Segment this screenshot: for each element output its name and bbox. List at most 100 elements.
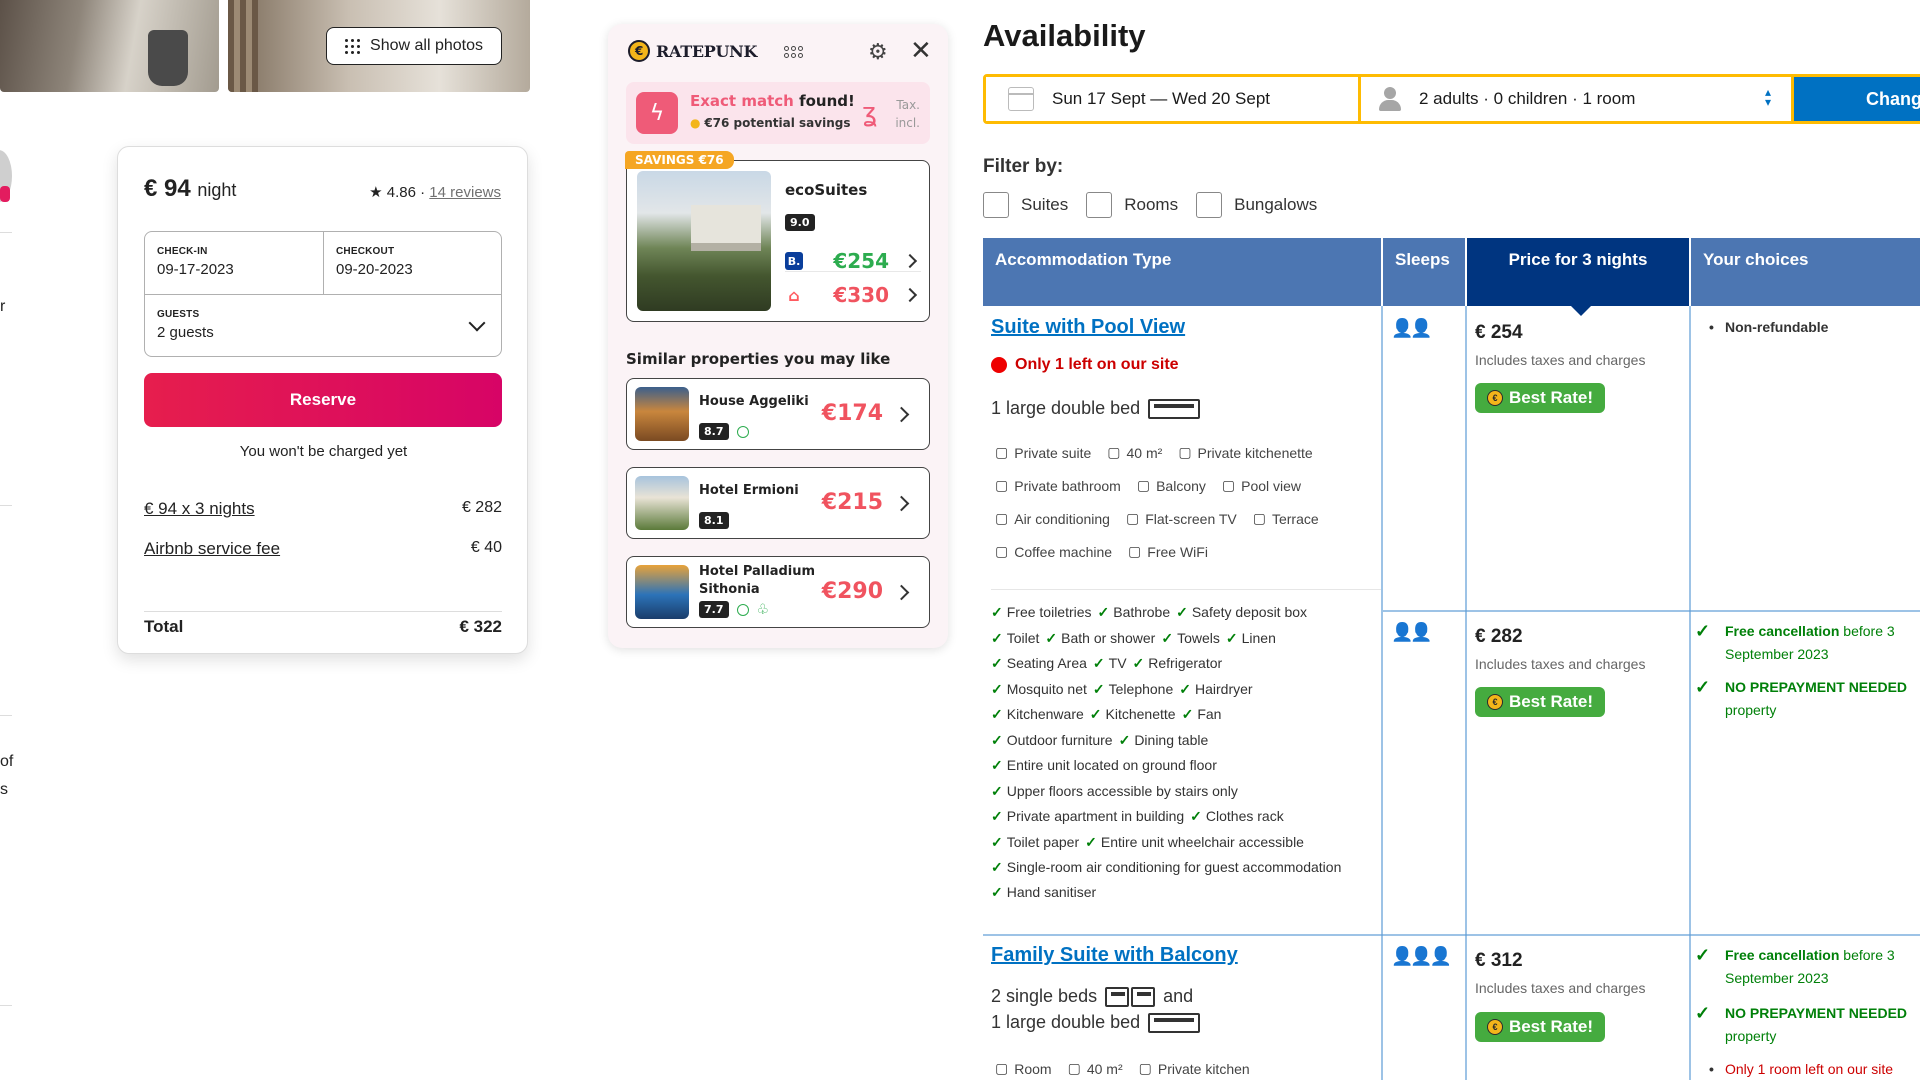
amenity-line: ✓ Kitchenware ✓ Kitchenette ✓ Fan <box>991 706 1222 722</box>
choice-no-prepayment: ✓ NO PREPAYMENT NEEDED property <box>1695 677 1908 718</box>
best-rate-badge[interactable]: € Best Rate! <box>1475 383 1605 413</box>
property-photo <box>635 476 689 530</box>
room-name-link[interactable]: Family Suite with Balcony <box>991 944 1238 967</box>
room-name-link[interactable]: Suite with Pool View <box>991 316 1185 339</box>
chevron-right-icon <box>893 406 910 423</box>
single-bed-icon <box>1105 986 1130 1007</box>
ratepunk-extension: € RATEPUNK ⚙ ✕ ϟ Exact match found! ● €7… <box>608 24 948 648</box>
star-icon: ★ <box>369 184 383 201</box>
exact-match-banner: ϟ Exact match found! ● €76 potential sav… <box>626 82 930 144</box>
facility: Air conditioning <box>995 510 1110 527</box>
total-line: Total € 322 <box>144 617 502 637</box>
coin-icon: € <box>1486 694 1503 710</box>
dates-field[interactable]: Sun 17 Sept — Wed 20 Sept <box>986 77 1358 121</box>
guests-field[interactable]: 2 adults · 0 children · 1 room ▴ ▾ <box>1361 77 1791 121</box>
divider <box>785 271 921 272</box>
best-rate-badge[interactable]: € Best Rate! <box>1475 1012 1605 1042</box>
change-search-button[interactable]: Chang <box>1794 77 1920 121</box>
reserve-button[interactable]: Reserve <box>144 373 502 427</box>
total-label: Total <box>144 617 184 636</box>
facility: Room <box>995 1060 1051 1077</box>
divider <box>1381 306 1383 1080</box>
search-bar: Sun 17 Sept — Wed 20 Sept 2 adults · 0 c… <box>983 74 1920 124</box>
amenity-line: ✓ Mosquito net ✓ Telephone ✓ Hairdryer <box>991 680 1253 697</box>
gear-icon[interactable]: ⚙ <box>868 40 888 65</box>
property-name: Hotel Ermioni <box>699 483 799 498</box>
checkbox[interactable] <box>983 192 1009 218</box>
chevron-right-icon <box>893 495 910 512</box>
facility: Private suite <box>995 444 1091 461</box>
close-icon[interactable]: ✕ <box>910 36 932 66</box>
guests-value: 2 adults · 0 children · 1 room <box>1419 89 1636 108</box>
property-name: House Aggeliki <box>699 394 809 409</box>
booking-card: € 94 night ★ 4.86 · 14 reviews CHECK-IN … <box>117 146 528 654</box>
checkbox[interactable] <box>1196 192 1223 218</box>
filter-group: Suites Rooms Bungalows <box>983 192 1317 218</box>
nights-line: € 94 x 3 nights € 282 <box>144 499 502 519</box>
score-badge: 8.7 <box>699 423 729 440</box>
price-row-booking[interactable]: B. €254 <box>785 245 921 277</box>
checkin-field[interactable]: CHECK-IN 09-17-2023 <box>145 232 324 294</box>
clipped-text: s <box>0 781 8 798</box>
facility: Pool view <box>1222 477 1301 494</box>
checkbox[interactable] <box>1086 192 1113 218</box>
reviews-link[interactable]: 14 reviews <box>429 184 501 201</box>
bed-info: 1 large double bed <box>991 1012 1201 1033</box>
facility-row: Private bathroom Balcony Pool view <box>995 477 1301 494</box>
price: €174 <box>821 401 883 426</box>
apps-icon[interactable] <box>784 46 803 58</box>
facility-row: Coffee machine Free WiFi <box>995 543 1208 560</box>
choice-free-cancellation: ✓ Free cancellation before 3 September 2… <box>1695 621 1895 662</box>
service-fee-link[interactable]: Airbnb service fee <box>144 539 280 559</box>
price: €254 <box>833 249 889 273</box>
similar-property[interactable]: Hotel Palladium Sithonia 7.7 ♧ €290 <box>626 556 930 628</box>
property-photo <box>637 171 771 311</box>
similar-property[interactable]: Hotel Ermioni 8.1 €215 <box>626 467 930 539</box>
show-all-photos-button[interactable]: Show all photos <box>326 27 502 65</box>
choice-list: Non-refundable <box>1695 316 1920 339</box>
guests-field[interactable]: GUESTS 2 guests <box>145 294 501 356</box>
filter-suites[interactable]: Suites <box>983 192 1068 218</box>
deal-card[interactable]: SAVINGS €76 ecoSuites 9.0 B. €254 ⌂ €330 <box>625 151 930 322</box>
ratepunk-header: € RATEPUNK ⚙ ✕ <box>608 24 948 80</box>
booking-availability: Availability Sun 17 Sept — Wed 20 Sept 2… <box>983 0 1920 1080</box>
divider <box>0 715 12 716</box>
check-icon: ✓ <box>1695 945 1711 965</box>
divider <box>983 934 1920 936</box>
filter-rooms[interactable]: Rooms <box>1086 192 1178 218</box>
price: € 254 <box>1475 322 1523 343</box>
facility: Private kitchen <box>1139 1060 1250 1077</box>
facility: Balcony <box>1137 477 1206 494</box>
facility: Private bathroom <box>995 477 1121 494</box>
column-header-sleeps: Sleeps <box>1383 238 1465 306</box>
checkout-field[interactable]: CHECKOUT 09-20-2023 <box>324 232 503 294</box>
clipped-text: r <box>0 298 6 315</box>
price-row-airbnb[interactable]: ⌂ €330 <box>785 279 921 311</box>
non-refundable: Non-refundable <box>1695 316 1920 339</box>
column-header-price: Price for 3 nights <box>1467 238 1689 316</box>
filter-bungalows[interactable]: Bungalows <box>1196 192 1317 218</box>
facility-row: Room 40 m² Private kitchen <box>995 1060 1250 1077</box>
similar-title: Similar properties you may like <box>626 350 891 368</box>
price: €215 <box>821 490 883 515</box>
nights-link[interactable]: € 94 x 3 nights <box>144 499 255 519</box>
check-icon: ✓ <box>1695 1003 1711 1023</box>
checkout-value: 09-20-2023 <box>336 261 413 278</box>
facility: Terrace <box>1253 510 1319 527</box>
grid-icon <box>345 38 361 54</box>
chevron-right-icon <box>902 253 918 269</box>
facility-row: Private suite 40 m² Private kitchenette <box>995 444 1312 461</box>
total-amount: € 322 <box>459 617 502 636</box>
best-rate-badge[interactable]: € Best Rate! <box>1475 687 1605 717</box>
choice-free-cancellation: ✓ Free cancellation before 3 September 2… <box>1695 945 1895 986</box>
checkin-value: 09-17-2023 <box>157 261 234 278</box>
similar-property[interactable]: House Aggeliki 8.7 €174 <box>626 378 930 450</box>
listing-photo[interactable] <box>0 0 219 92</box>
scarcity-note: Only 1 room left on our site <box>1695 1058 1920 1080</box>
alert-dot-icon <box>991 357 1007 373</box>
guests-label: GUESTS <box>157 309 200 320</box>
chevron-right-icon <box>902 287 918 303</box>
date-guest-picker: CHECK-IN 09-17-2023 CHECKOUT 09-20-2023 … <box>144 231 502 357</box>
property-photo <box>635 565 689 619</box>
filter-label: Filter by: <box>983 156 1064 177</box>
